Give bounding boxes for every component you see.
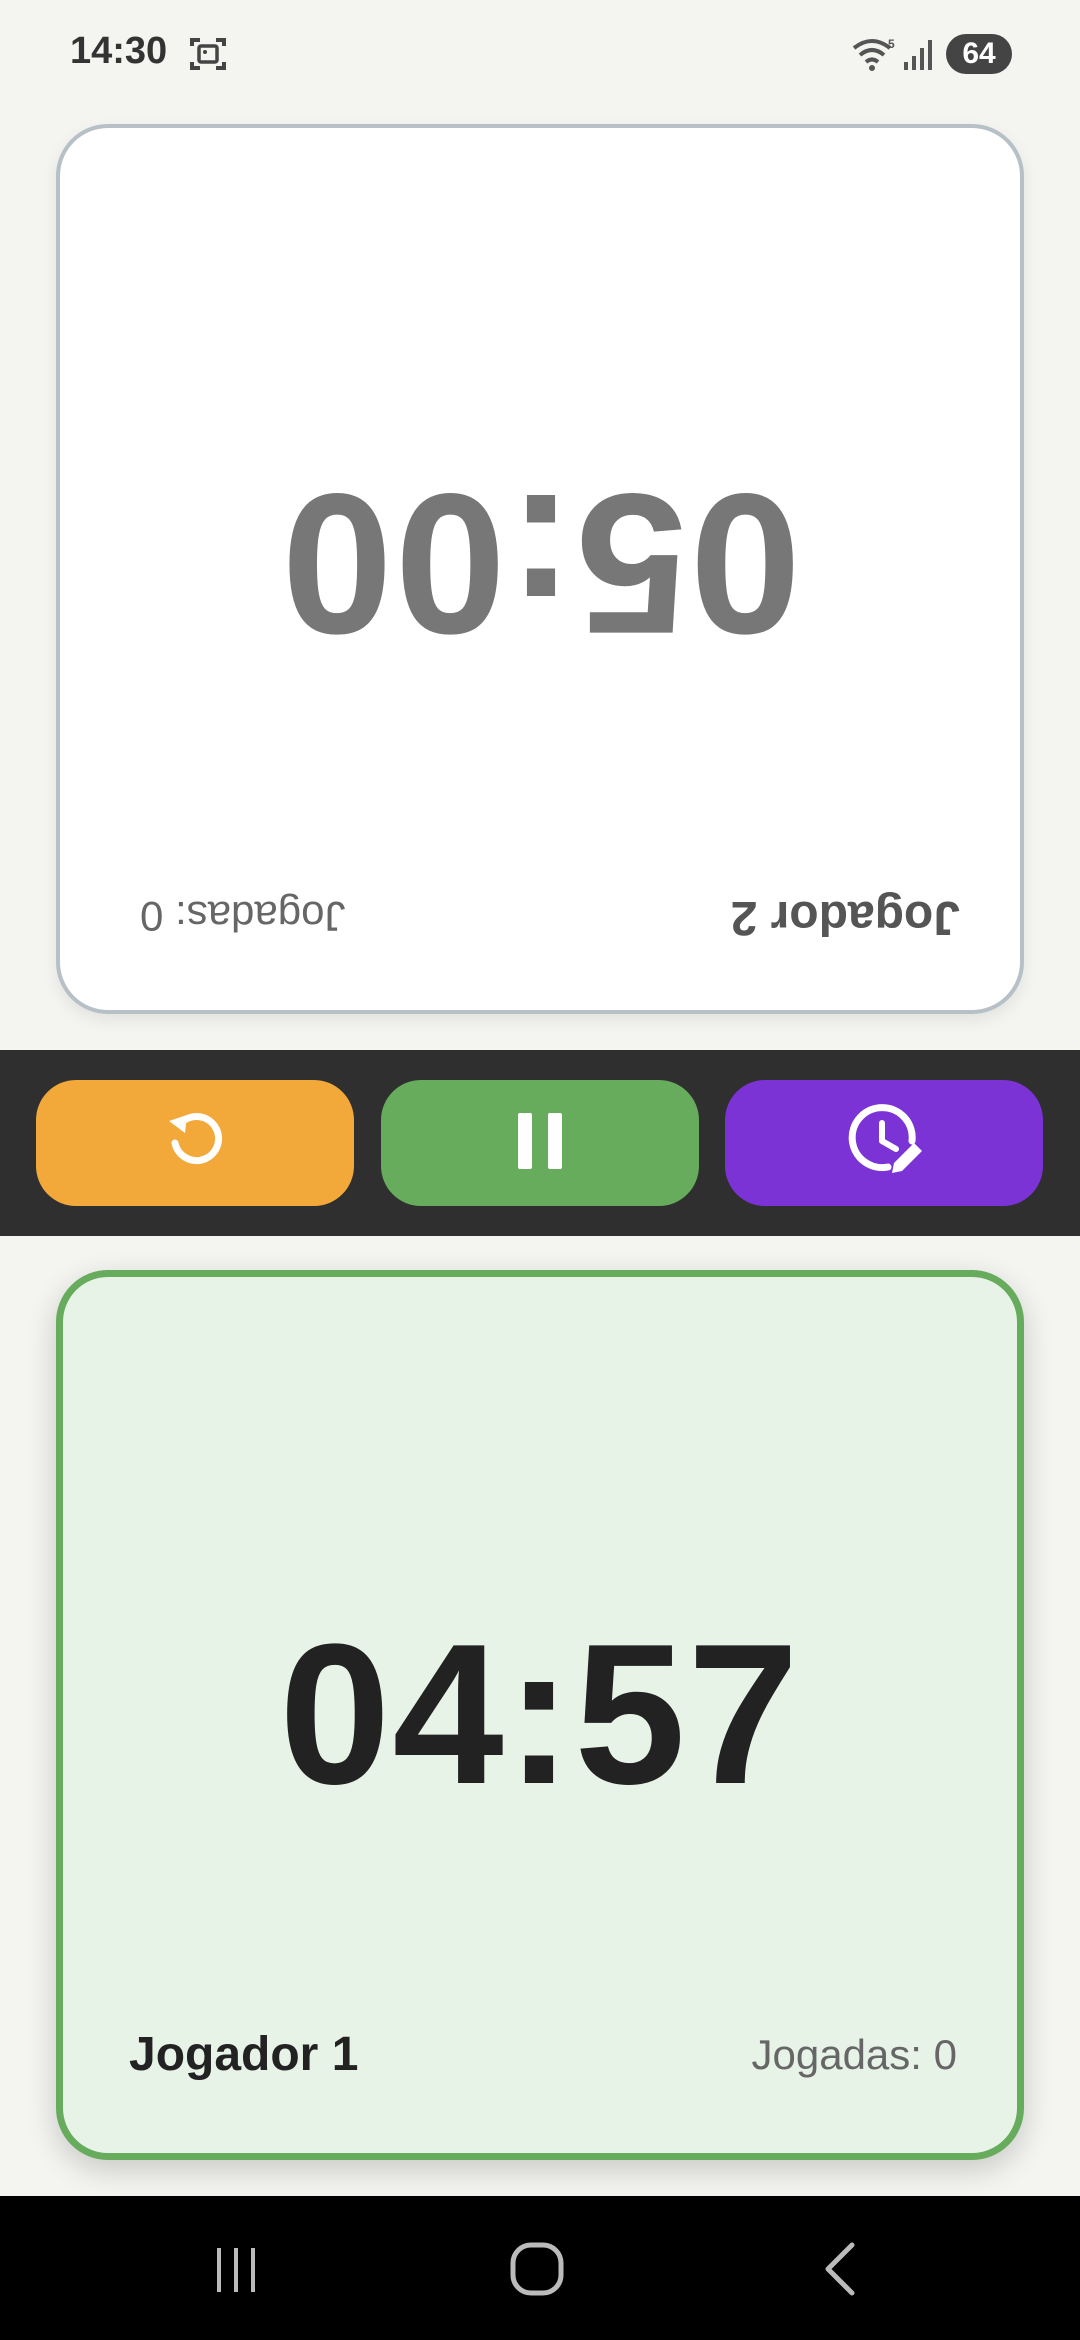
svg-text:5: 5	[888, 37, 895, 51]
player1-timer: 04:57	[279, 1603, 801, 1826]
home-button[interactable]	[497, 2236, 577, 2306]
status-time: 14:30	[70, 30, 168, 72]
reset-icon	[163, 1109, 227, 1178]
edit-time-button[interactable]	[725, 1080, 1043, 1206]
clock-edit-icon	[844, 1101, 924, 1186]
reset-button[interactable]	[36, 1080, 354, 1206]
control-bar	[0, 1050, 1080, 1236]
home-icon	[509, 2241, 565, 2302]
player1-moves: Jogadas: 0	[751, 2031, 958, 2078]
recent-apps-button[interactable]	[196, 2236, 276, 2306]
battery-icon: 64	[946, 34, 1012, 74]
player2-moves: Jogadas: 0	[140, 893, 346, 940]
signal-icon	[902, 38, 938, 77]
pause-icon	[510, 1109, 570, 1178]
status-bar: 14:30 5 64	[0, 0, 1080, 110]
battery-level: 64	[962, 37, 996, 70]
back-button[interactable]	[800, 2236, 880, 2306]
player2-name: Jogador 2	[730, 891, 960, 944]
navigation-bar	[0, 2196, 1080, 2340]
wifi-icon: 5	[850, 36, 898, 77]
pause-button[interactable]	[381, 1080, 699, 1206]
player1-name: Jogador 1	[129, 2028, 359, 2081]
recent-apps-icon	[211, 2244, 261, 2299]
player1-clock[interactable]: 04:57 Jogador 1 Jogadas: 0	[56, 1270, 1024, 2160]
screenshot-icon	[188, 34, 228, 79]
back-icon	[820, 2241, 860, 2302]
player2-clock[interactable]: Jogador 2 Jogadas: 0 05:00	[56, 124, 1024, 1014]
player2-clock-content: Jogador 2 Jogadas: 0 05:00	[60, 128, 1020, 1010]
player2-timer: 05:00	[279, 452, 801, 675]
